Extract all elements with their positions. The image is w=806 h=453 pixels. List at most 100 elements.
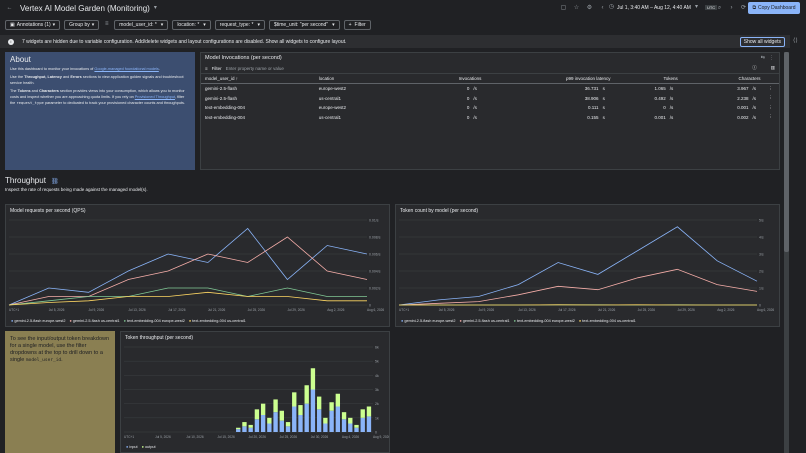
col-location[interactable]: location — [314, 74, 429, 84]
about-paragraph-2: Use the Throughput, Latency and Errors s… — [10, 75, 184, 85]
bar — [267, 417, 272, 424]
row-menu-icon[interactable]: ⋮ — [764, 84, 779, 94]
series-line — [398, 226, 758, 306]
group-by-chip[interactable]: Group by ▾ — [64, 19, 100, 30]
columns-icon[interactable]: ▥ — [771, 65, 775, 71]
chevron-down-icon[interactable]: ▾ — [152, 5, 159, 12]
col-characters[interactable]: Characters — [681, 74, 765, 84]
filter-icon: ≡ — [105, 21, 109, 27]
chevron-down-icon: ▾ — [91, 21, 95, 28]
row-menu-icon[interactable]: ⋮ — [764, 93, 779, 103]
y-tick-label: 6k — [375, 346, 379, 350]
bar — [248, 424, 253, 428]
link-icon[interactable]: ⛓ — [51, 179, 59, 185]
legend-item[interactable]: ● text-embedding-004 europe-west2 — [514, 319, 575, 323]
back-arrow-icon[interactable]: ← — [6, 5, 13, 12]
x-tick-label: Aug 9, 2026 — [373, 435, 389, 439]
token-count-chart: 5/s 4/s 3/s 2/s 1/s 0 UTC+1 Jul 5, 2026 Jul 9, 2… — [398, 219, 774, 312]
foundational-models-link[interactable]: Google-managed foundational models — [94, 67, 158, 71]
provisioned-throughput-link[interactable]: Provisioned Throughput — [135, 95, 175, 99]
request-type-chip[interactable]: request_type: * ▾ — [214, 19, 265, 30]
legend-item[interactable]: ● gemini-2.5-flash us-central1 — [459, 319, 509, 323]
star-icon[interactable]: ☆ — [573, 5, 580, 12]
bar — [323, 417, 328, 424]
table-filter-input[interactable]: Enter property name or value — [226, 66, 284, 71]
legend-item[interactable]: ● text-embedding-004 us-central1 — [189, 319, 246, 323]
legend-item[interactable]: ● gemini-2.5-flash us-central1 — [69, 319, 119, 323]
legend-item[interactable]: ● input — [126, 445, 138, 449]
col-model-user-id[interactable]: model_user_id ↑ — [201, 74, 315, 84]
help-icon[interactable]: ⓘ — [752, 65, 757, 71]
bar — [366, 416, 372, 432]
cell-model: gemini-2.5-flash — [205, 95, 238, 101]
legend-item[interactable]: ● gemini-2.5-flash europe-west2 — [401, 319, 455, 323]
bar — [254, 409, 260, 420]
plus-icon: + — [348, 21, 352, 28]
y-tick-label: 1/s — [759, 287, 764, 291]
x-tick-label: Jul 5, 2026 — [155, 435, 171, 439]
filter-icon: ≡ — [205, 65, 208, 71]
gear-icon[interactable]: ⚙ — [586, 5, 593, 12]
cell-invocations: 0/s — [466, 86, 477, 92]
annotations-chip[interactable]: ▣ Annotations (1) ▾ — [5, 19, 61, 30]
x-tick-label: UTC+1 — [124, 435, 134, 439]
row-menu-icon[interactable]: ⋮ — [764, 103, 779, 113]
more-vert-icon[interactable]: ⋮ — [769, 55, 774, 61]
chat-icon[interactable]: ▢ — [560, 5, 567, 12]
token-count-chart-title: Token count by model (per second) — [400, 208, 479, 214]
table-row[interactable]: text-embedding-004 us-central1 0/s 0.155 s 0.… — [201, 113, 779, 123]
token-throughput-legend: ● input ● output — [121, 445, 156, 449]
legend-item[interactable]: ● output — [142, 445, 156, 449]
legend-item[interactable]: ● text-embedding-004 europe-west2 — [124, 319, 185, 323]
date-range[interactable]: Jul 1, 3:40 AM – Aug 12, 4:40 AM — [617, 5, 691, 11]
row-menu-icon[interactable]: ⋮ — [764, 113, 779, 123]
chevron-down-icon[interactable]: ▾ — [693, 4, 700, 11]
table-row[interactable]: gemini-2.5-flash us-central1 0/s 38.906 s 0.4… — [201, 93, 779, 103]
qps-legend: ● gemini-2.5-flash europe-west2 ● gemini-… — [6, 319, 246, 323]
refresh-icon[interactable]: ⟳ — [740, 5, 747, 12]
bar — [292, 392, 297, 407]
y-tick-label: 0 — [759, 304, 761, 308]
legend-item[interactable]: ● gemini-2.5-flash europe-west2 — [11, 319, 65, 323]
throughput-subtitle: Inspect the rate of requests being made … — [5, 187, 148, 192]
col-invocations[interactable]: Invocations — [428, 74, 486, 84]
share-icon[interactable]: ⇆ — [761, 55, 765, 61]
chevron-down-icon: ▾ — [257, 21, 260, 28]
y-tick-label: 4/s — [759, 236, 764, 240]
x-tick-label: Jul 20, 2026 — [249, 435, 267, 439]
location-chip[interactable]: location: * ▾ — [172, 19, 211, 30]
chevron-right-icon[interactable]: › — [728, 5, 735, 12]
cell-tokens: 0/s — [663, 105, 674, 111]
token-count-chart-panel: Token count by model (per second) 5/s 4/s… — [395, 204, 780, 327]
chevron-left-icon[interactable]: ‹ — [599, 5, 606, 12]
bar — [273, 412, 278, 432]
token-throughput-chart-title: Token throughput (per second) — [125, 335, 194, 341]
table-row[interactable]: gemini-2.5-flash europe-west2 0/s 36.731 s 1.… — [201, 84, 779, 94]
add-filter-button[interactable]: + Filter — [343, 19, 371, 30]
invocations-title: Model Invocations (per second) — [205, 55, 282, 61]
bar — [329, 402, 334, 411]
x-tick-label: Jul 25, 2026 — [248, 308, 266, 312]
x-tick-label: Aug 6, 2026 — [757, 308, 774, 312]
time-unit-chip[interactable]: $time_unit: "per second" ▾ — [268, 19, 340, 30]
chevron-down-icon: ▾ — [160, 21, 164, 28]
show-all-widgets-button[interactable]: Show all widgets — [739, 37, 785, 47]
banner-text: 7 widgets are hidden due to variable con… — [22, 38, 347, 45]
copy-dashboard-button[interactable]: ⧉ Copy Dashboard — [748, 2, 800, 14]
zoom-icon[interactable]: ⌕ — [716, 5, 723, 12]
col-latency[interactable]: p99 invocation latency — [485, 74, 615, 84]
table-row[interactable]: text-embedding-004 europe-west2 0/s 0.111 s 0… — [201, 103, 779, 113]
legend-item[interactable]: ● text-embedding-004 us-central1 — [579, 319, 636, 323]
table-header-row: model_user_id ↑ location Invocations p99… — [201, 74, 779, 84]
bar — [298, 405, 303, 415]
col-tokens[interactable]: Tokens — [614, 74, 682, 84]
cell-model: text-embedding-004 — [205, 105, 246, 111]
bar — [273, 399, 278, 413]
x-tick-label: Jul 17, 2026 — [168, 308, 186, 312]
y-tick-label: 0.006/s — [369, 253, 381, 257]
annotation-icon: ▣ — [10, 21, 15, 28]
about-title: About — [10, 55, 31, 64]
page-scrollbar-thumb[interactable] — [784, 52, 789, 252]
model-user-id-chip[interactable]: model_user_id: * ▾ — [114, 19, 169, 30]
side-panel-toggle-icon[interactable]: ⟨⟩ — [793, 37, 798, 44]
